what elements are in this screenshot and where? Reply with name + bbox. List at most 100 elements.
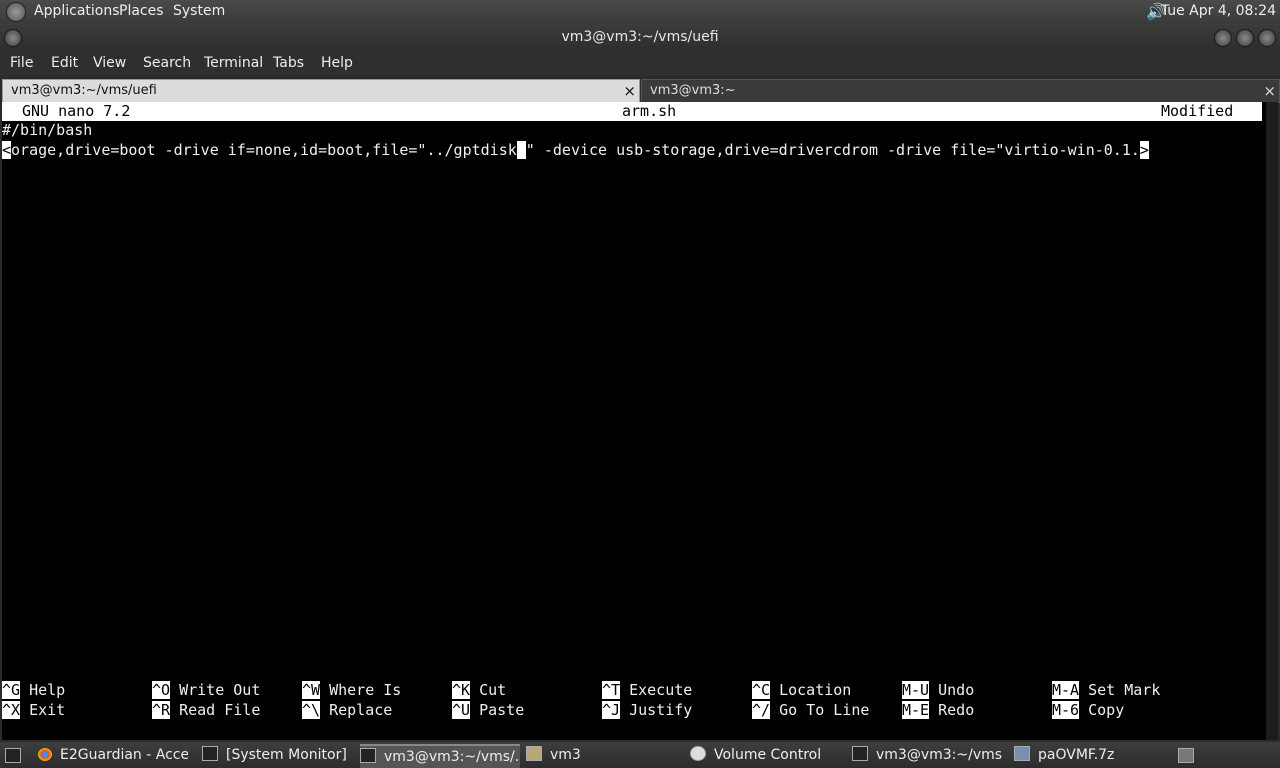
window-menu-icon[interactable] — [4, 29, 22, 47]
shortcut-key: ^W — [302, 681, 321, 699]
system-menu[interactable]: System — [173, 3, 225, 19]
shortcut-label: Help — [29, 681, 66, 699]
task-label: [System Monitor] — [226, 747, 347, 763]
menu-file[interactable]: File — [10, 55, 33, 71]
shortcut-label: Copy — [1088, 701, 1125, 719]
shortcut-label: Location — [779, 681, 852, 699]
folder-icon — [526, 746, 542, 761]
nano-filename: arm.sh — [622, 102, 677, 120]
shortcut-redo: M-E Redo — [902, 700, 974, 720]
window-title: vm3@vm3:~/vms/uefi — [561, 29, 719, 45]
shortcut-label: Execute — [629, 681, 693, 699]
menu-search[interactable]: Search — [143, 55, 191, 71]
shortcut-key: ^K — [452, 681, 471, 699]
shortcut-key: ^R — [152, 701, 171, 719]
shortcut-key: ^U — [452, 701, 471, 719]
shortcut-undo: M-U Undo — [902, 680, 974, 700]
editor-line-2: <orage,drive=boot -drive if=none,id=boot… — [2, 140, 1149, 160]
menu-tabs[interactable]: Tabs — [273, 55, 304, 71]
task-e2guardian[interactable]: E2Guardian - Acce... — [38, 744, 188, 766]
menu-edit[interactable]: Edit — [51, 55, 78, 71]
top-panel: Applications Places System 🔊 Tue Apr 4, … — [0, 0, 1280, 24]
shortcut-key: ^C — [752, 681, 771, 699]
shortcut-copy: M-6 Copy — [1052, 700, 1124, 720]
shortcut-label: Paste — [479, 701, 525, 719]
applications-menu[interactable]: Applications — [34, 3, 120, 19]
tab-home[interactable]: vm3@vm3:~ × — [641, 79, 1280, 103]
scroll-left-marker: < — [2, 141, 12, 159]
task-terminal-vms[interactable]: vm3@vm3:~/vms — [852, 744, 1002, 766]
terminal-scrollbar[interactable] — [1266, 102, 1278, 740]
tab-bar: vm3@vm3:~/vms/uefi × vm3@vm3:~ × — [0, 78, 1280, 103]
shortcut-label: Replace — [329, 701, 393, 719]
shortcut-key: ^J — [602, 701, 621, 719]
shortcut-cut: ^K Cut — [452, 680, 506, 700]
editor-line-1: #/bin/bash — [2, 121, 93, 139]
shortcut-set-mark: M-A Set Mark — [1052, 680, 1160, 700]
shortcut-key: ^T — [602, 681, 621, 699]
nano-status: Modified — [1161, 102, 1234, 120]
shortcut-replace: ^\ Replace — [302, 700, 392, 720]
tab-label: vm3@vm3:~/vms/uefi — [11, 83, 157, 98]
task-label: vm3@vm3:~/vms/... — [384, 749, 520, 765]
shortcut-label: Cut — [479, 681, 507, 699]
minimize-button[interactable] — [1214, 29, 1232, 47]
terminal-area[interactable]: GNU nano 7.2 arm.sh Modified #/bin/bash … — [2, 102, 1266, 740]
shortcut-justify: ^J Justify — [602, 700, 692, 720]
shortcut-label: Undo — [938, 681, 975, 699]
tab-close-icon[interactable]: × — [1263, 80, 1276, 102]
show-desktop-button[interactable] — [2, 744, 24, 766]
editor-text-segment: " -device usb-storage,drive=drivercdrom … — [525, 141, 1140, 159]
shortcut-label: Where Is — [329, 681, 402, 699]
shortcut-key: ^O — [152, 681, 171, 699]
task-folder-vm3[interactable]: vm3 — [526, 744, 676, 766]
shortcut-key: M-A — [1052, 681, 1080, 699]
task-terminal-uefi[interactable]: vm3@vm3:~/vms/... — [360, 744, 520, 768]
shortcut-where-is: ^W Where Is — [302, 680, 401, 700]
shortcut-label: Read File — [179, 701, 261, 719]
scroll-right-marker: > — [1139, 141, 1149, 159]
nano-version: GNU nano 7.2 — [22, 102, 131, 120]
tab-vms-uefi[interactable]: vm3@vm3:~/vms/uefi × — [2, 79, 640, 103]
maximize-button[interactable] — [1236, 29, 1254, 47]
tab-close-icon[interactable]: × — [623, 80, 636, 102]
shortcut-write-out: ^O Write Out — [152, 680, 260, 700]
workspace-switcher[interactable] — [1172, 744, 1200, 766]
editor-text-segment: orage,drive=boot -drive if=none,id=boot,… — [11, 141, 517, 159]
shortcut-key: ^X — [2, 701, 21, 719]
shortcut-read-file: ^R Read File — [152, 700, 260, 720]
volume-icon — [690, 746, 706, 761]
clock[interactable]: Tue Apr 4, 08:24 — [1161, 3, 1276, 19]
shortcut-label: Justify — [629, 701, 693, 719]
task-system-monitor[interactable]: [System Monitor] — [202, 744, 352, 766]
menu-view[interactable]: View — [93, 55, 126, 71]
task-label: vm3@vm3:~/vms — [876, 747, 1002, 763]
window-titlebar: vm3@vm3:~/vms/uefi — [0, 24, 1280, 50]
shortcut-exit: ^X Exit — [2, 700, 65, 720]
shortcut-paste: ^U Paste — [452, 700, 524, 720]
shortcut-location: ^C Location — [752, 680, 851, 700]
shortcut-label: Redo — [938, 701, 975, 719]
shortcut-execute: ^T Execute — [602, 680, 692, 700]
shortcut-key: ^\ — [302, 701, 321, 719]
shortcut-label: Go To Line — [779, 701, 870, 719]
task-paovmf[interactable]: paOVMF.7z — [1014, 744, 1164, 766]
places-menu[interactable]: Places — [119, 3, 164, 19]
chrome-icon — [38, 748, 52, 761]
terminal-icon — [852, 746, 868, 761]
shortcut-label: Set Mark — [1088, 681, 1161, 699]
archive-icon — [1014, 746, 1030, 761]
show-desktop-icon — [5, 748, 21, 763]
system-monitor-icon — [202, 746, 218, 761]
task-label: vm3 — [550, 747, 581, 763]
gnome-foot-icon[interactable] — [6, 2, 26, 22]
task-label: E2Guardian - Acce... — [60, 747, 188, 763]
nano-title-bar: GNU nano 7.2 arm.sh Modified — [2, 102, 1262, 121]
task-volume-control[interactable]: Volume Control — [690, 744, 840, 766]
close-button[interactable] — [1258, 29, 1276, 47]
menu-help[interactable]: Help — [321, 55, 353, 71]
menu-terminal[interactable]: Terminal — [204, 55, 263, 71]
shortcut-go-to-line: ^/ Go To Line — [752, 700, 869, 720]
shortcut-key: ^/ — [752, 701, 771, 719]
workspace-icon — [1178, 748, 1194, 763]
